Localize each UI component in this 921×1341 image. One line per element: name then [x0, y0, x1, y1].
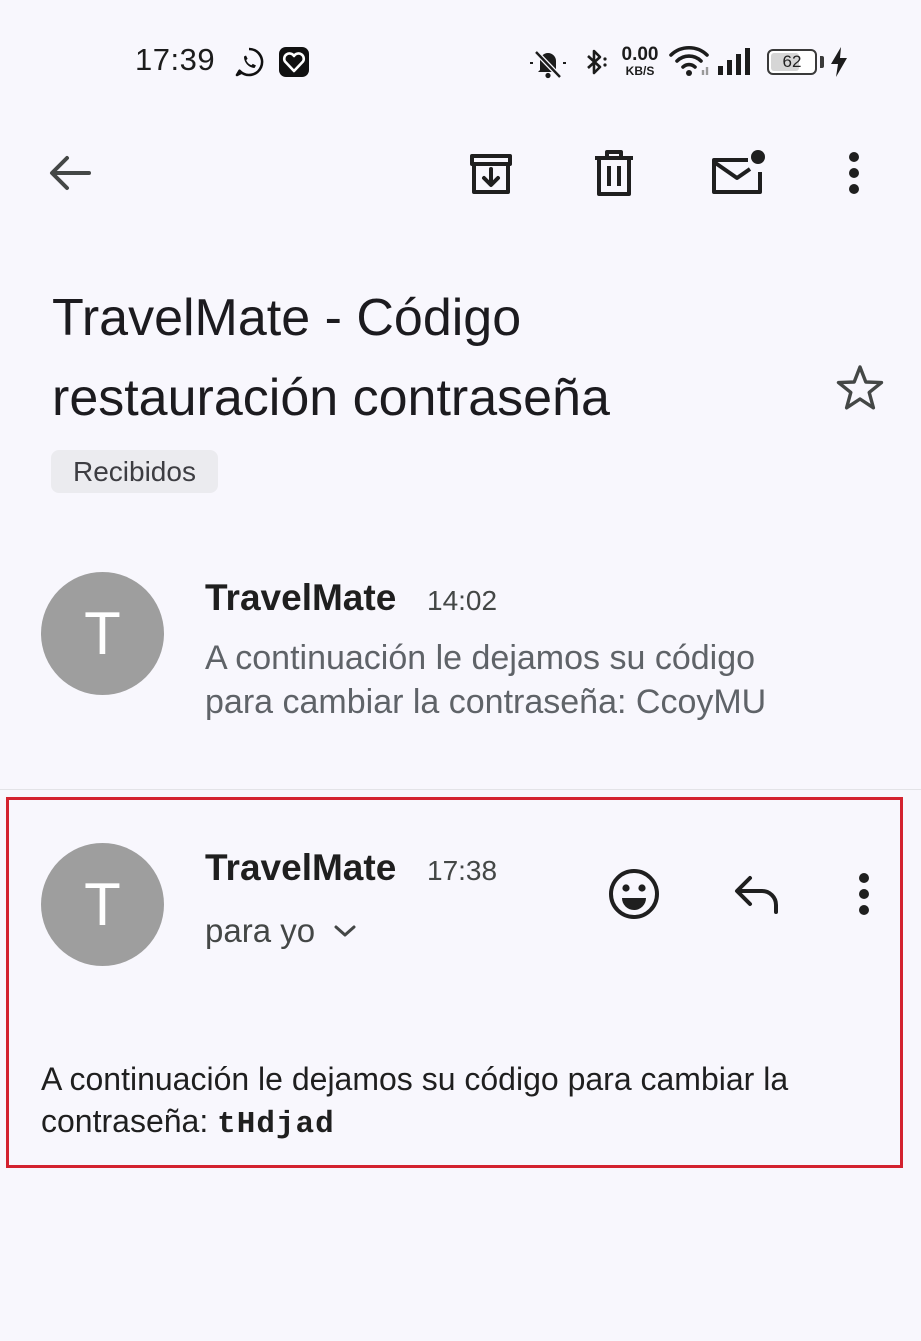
message-body: A continuación le dejamos su código para… — [41, 1058, 891, 1146]
battery-level: 62 — [782, 52, 802, 71]
subject-line-2: restauración contraseña — [52, 369, 610, 427]
whatsapp-icon — [235, 47, 264, 77]
wifi-icon — [669, 45, 709, 76]
status-time: 17:39 — [135, 42, 216, 77]
smiley-icon — [609, 869, 659, 919]
charging-icon — [831, 47, 847, 77]
battery-indicator: 62 — [767, 49, 817, 75]
react-emoji-button[interactable] — [604, 864, 664, 924]
toolbar — [0, 130, 921, 220]
more-vert-icon — [859, 873, 869, 915]
recipient-label: para yo — [205, 912, 316, 949]
body-prefix: contraseña: — [41, 1103, 218, 1139]
bell-muted-icon — [530, 50, 566, 79]
snippet-line-1: A continuación le dejamos su código — [205, 639, 756, 677]
message-time: 14:02 — [427, 585, 498, 616]
archive-button[interactable] — [460, 144, 522, 202]
avatar: T — [41, 843, 164, 966]
subject-line-1: TravelMate - Código — [52, 289, 522, 347]
more-vert-icon — [849, 152, 859, 194]
reply-button[interactable] — [727, 866, 787, 922]
chevron-down-icon — [334, 925, 356, 937]
body-line-2: contraseña: tHdjad — [41, 1100, 891, 1146]
app-heart-icon — [279, 47, 309, 77]
network-speed-unit: KB/S — [625, 64, 655, 78]
mark-unread-icon — [712, 150, 765, 194]
star-button[interactable] — [830, 360, 890, 420]
email-subject: TravelMate - Código restauración contras… — [52, 278, 792, 438]
mark-unread-button[interactable] — [704, 144, 770, 202]
label-chip-inbox[interactable]: Recibidos — [51, 450, 218, 493]
back-arrow-icon — [50, 156, 91, 190]
network-speed-value: 0.00 — [621, 44, 659, 65]
message-snippet: A continuación le dejamos su código para… — [205, 636, 885, 724]
sender-name: TravelMate — [205, 577, 397, 618]
verification-code: tHdjad — [217, 1107, 335, 1142]
avatar: T — [41, 572, 164, 695]
bluetooth-icon — [587, 49, 607, 75]
battery-tip — [820, 56, 824, 68]
sender-name: TravelMate — [205, 847, 397, 888]
network-speed: 0.00 KB/S — [616, 45, 664, 81]
snippet-line-2: para cambiar la contraseña: CcoyMU — [205, 683, 767, 721]
status-bar: 17:39 0.00 KB/S 62 — [0, 0, 921, 120]
message-more-button[interactable] — [842, 866, 886, 922]
recipient-details-toggle[interactable]: para yo — [205, 912, 357, 950]
reply-icon — [735, 876, 778, 914]
back-button[interactable] — [40, 148, 100, 198]
delete-button[interactable] — [584, 144, 644, 202]
archive-icon — [470, 154, 512, 194]
divider — [0, 789, 921, 790]
cell-signal-icon — [718, 48, 750, 75]
message-time: 17:38 — [427, 855, 498, 886]
body-line-1: A continuación le dejamos su código para… — [41, 1061, 789, 1097]
email-screen: 17:39 0.00 KB/S 62 TravelMate - Código r… — [0, 0, 921, 1341]
more-options-button[interactable] — [830, 144, 878, 202]
star-icon — [836, 365, 884, 410]
delete-icon — [595, 150, 633, 196]
